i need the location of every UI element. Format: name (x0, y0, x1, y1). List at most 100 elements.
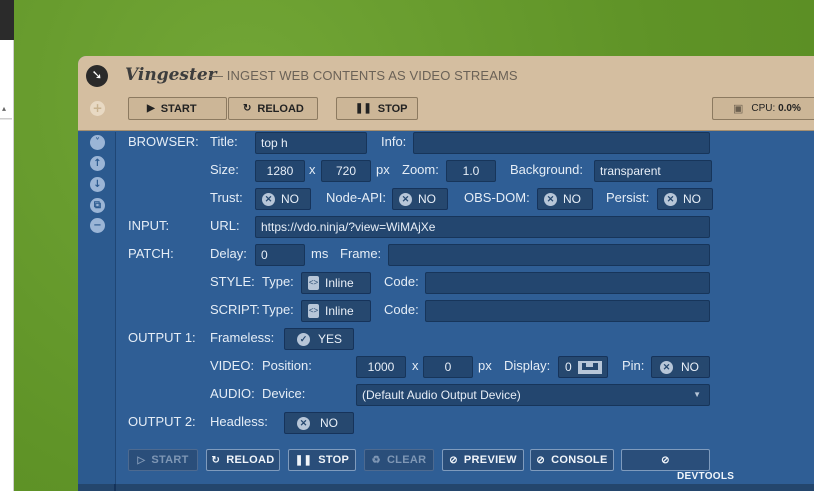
start-button[interactable]: ▷ START (128, 449, 198, 471)
style-code-input[interactable] (425, 272, 710, 294)
width-input[interactable]: 1280 (255, 160, 305, 182)
cpu-chip-icon: ▣ (733, 103, 744, 115)
reload-icon: ↻ (243, 103, 252, 114)
trust-toggle[interactable]: ✕ NO (255, 188, 311, 210)
height-input[interactable]: 720 (321, 160, 371, 182)
reload-all-button[interactable]: ↻ RELOAD (228, 97, 318, 120)
pause-icon: ❚❚ (294, 454, 313, 466)
background-window-titlebar (0, 0, 14, 40)
style-type-value: Inline (325, 276, 354, 290)
play-icon: ▷ (137, 454, 146, 466)
cpu-indicator: ▣ CPU: 0.0% (712, 97, 814, 120)
stop-label: STOP (318, 454, 350, 466)
persist-toggle[interactable]: ✕ NO (657, 188, 713, 210)
cpu-label: CPU: (751, 103, 776, 114)
arrow-down-right-icon: ➘ (86, 65, 108, 87)
x-circle-icon: ✕ (297, 416, 310, 430)
monitor-icon (577, 360, 602, 374)
scroll-up-arrow-icon[interactable]: ▴ (2, 104, 6, 114)
x-circle-icon: ✕ (399, 192, 412, 206)
document-code-icon: <> (308, 304, 319, 318)
title-input[interactable]: top h (255, 132, 367, 154)
clear-button[interactable]: ♻ CLEAR (364, 449, 434, 471)
move-up-icon[interactable]: ↑ (90, 156, 105, 171)
stop-all-button[interactable]: ❚❚ STOP (336, 97, 418, 120)
script-type-label: Type: (262, 302, 294, 317)
preview-button[interactable]: ⊘ PREVIEW (442, 449, 524, 471)
app-subtitle: — INGEST WEB CONTENTS AS VIDEO STREAMS (210, 68, 518, 83)
x-circle-icon: ✕ (660, 360, 673, 374)
style-label: STYLE: (210, 274, 255, 289)
browser-section-label: BROWSER: (128, 134, 199, 149)
add-browser-icon[interactable]: + (90, 101, 105, 116)
output2-section-label: OUTPUT 2: (128, 414, 196, 429)
reload-label: RELOAD (226, 454, 275, 466)
info-input[interactable] (413, 132, 710, 154)
obsdom-toggle[interactable]: ✕ NO (537, 188, 593, 210)
clear-label: CLEAR (386, 454, 427, 466)
next-browser-strip (78, 484, 814, 491)
nodeapi-label: Node-API: (326, 190, 386, 205)
script-type-select[interactable]: <> Inline (301, 300, 371, 322)
stop-button[interactable]: ❚❚ STOP (288, 449, 356, 471)
trust-value: NO (281, 192, 299, 206)
document-code-icon: <> (308, 276, 319, 290)
delay-input[interactable]: 0 (255, 244, 305, 266)
frameless-toggle[interactable]: ✓ YES (284, 328, 354, 350)
background-input[interactable]: transparent (594, 160, 712, 182)
position-y-input[interactable]: 0 (423, 356, 473, 378)
devtools-button[interactable]: ⊘ (621, 449, 710, 471)
size-px-unit: px (376, 162, 390, 177)
output1-section-label: OUTPUT 1: (128, 330, 196, 345)
remove-icon[interactable]: − (90, 218, 105, 233)
style-type-select[interactable]: <> Inline (301, 272, 371, 294)
delay-label: Delay: (210, 246, 247, 261)
persist-value: NO (683, 192, 701, 206)
style-code-label: Code: (384, 274, 419, 289)
start-all-button[interactable]: ▶ START (128, 97, 227, 120)
script-label: SCRIPT: (210, 302, 260, 317)
url-input[interactable]: https://vdo.ninja/?view=WiMAjXe (255, 216, 710, 238)
move-down-icon[interactable]: ↓ (90, 177, 105, 192)
display-select[interactable]: 0 (558, 356, 608, 378)
console-button[interactable]: ⊘ CONSOLE (530, 449, 614, 471)
app-title: Vingester (125, 65, 217, 85)
title-label: Title: (210, 134, 238, 149)
script-code-input[interactable] (425, 300, 710, 322)
headless-toggle[interactable]: ✕ NO (284, 412, 354, 434)
vingester-window: ➘ Vingester — INGEST WEB CONTENTS AS VID… (78, 56, 814, 491)
start-all-label: START (160, 102, 197, 115)
devtools-label: DEVTOOLS (677, 471, 735, 482)
app-header: ➘ Vingester — INGEST WEB CONTENTS AS VID… (78, 56, 814, 131)
audio-device-value: (Default Audio Output Device) (362, 388, 521, 402)
divider (114, 484, 116, 491)
pin-toggle[interactable]: ✕ NO (651, 356, 710, 378)
clone-icon[interactable]: ⧉ (90, 198, 105, 213)
pin-value: NO (681, 360, 699, 374)
reload-icon: ↻ (211, 454, 221, 466)
nodeapi-value: NO (418, 192, 436, 206)
audio-device-select[interactable]: (Default Audio Output Device) ▼ (356, 384, 710, 406)
x-circle-icon: ✕ (664, 192, 677, 206)
persist-label: Persist: (606, 190, 650, 205)
eye-slash-icon: ⊘ (449, 454, 458, 466)
zoom-input[interactable]: 1.0 (446, 160, 496, 182)
reload-button[interactable]: ↻ RELOAD (206, 449, 280, 471)
x-circle-icon: ✕ (544, 192, 557, 206)
trust-label: Trust: (210, 190, 243, 205)
stop-all-label: STOP (377, 102, 408, 115)
delay-ms-unit: ms (311, 246, 329, 261)
script-code-label: Code: (384, 302, 419, 317)
frame-input[interactable] (388, 244, 710, 266)
position-x-input[interactable]: 1000 (356, 356, 406, 378)
nodeapi-toggle[interactable]: ✕ NO (392, 188, 448, 210)
headless-label: Headless: (210, 414, 268, 429)
scrollbar-track[interactable] (0, 118, 12, 120)
input-section-label: INPUT: (128, 218, 170, 233)
pause-icon: ❚❚ (355, 103, 372, 114)
cpu-value: 0.0% (778, 103, 801, 114)
collapse-chevron-icon[interactable]: ˅ (90, 135, 105, 150)
info-label: Info: (381, 134, 407, 149)
script-type-value: Inline (325, 304, 354, 318)
frameless-label: Frameless: (210, 330, 275, 345)
